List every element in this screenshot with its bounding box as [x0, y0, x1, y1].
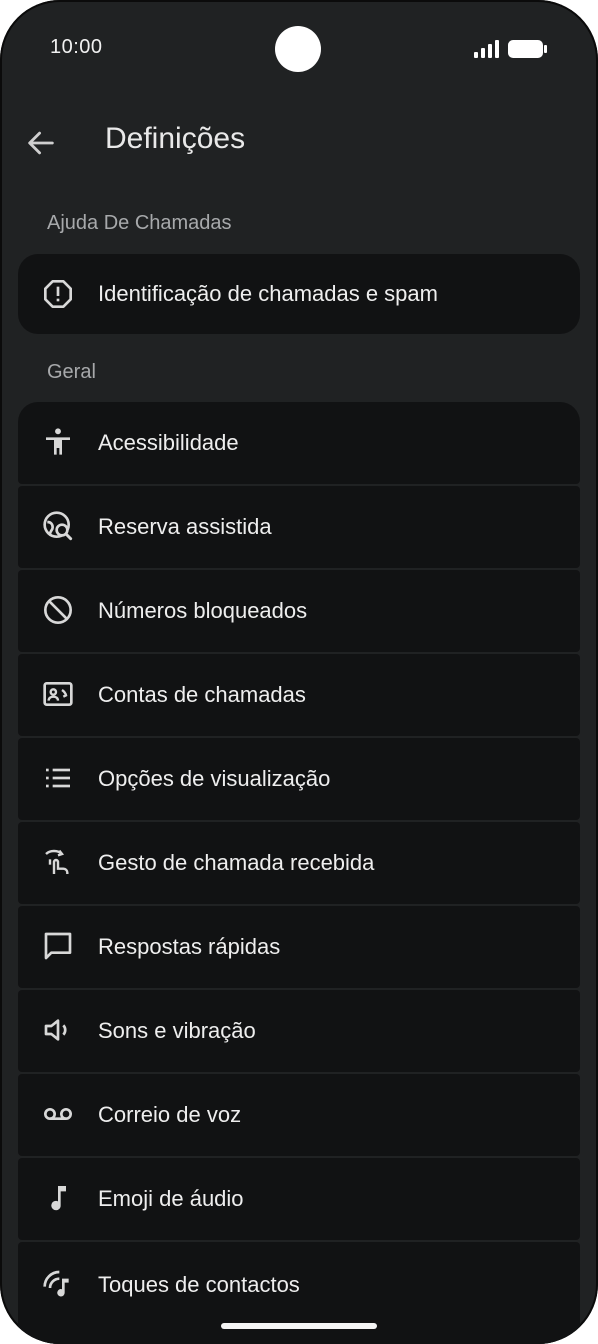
- settings-item-label: Gesto de chamada recebida: [98, 850, 375, 875]
- section-header-general: Geral: [47, 361, 96, 383]
- list-icon: [46, 768, 70, 788]
- app-bar: Definições: [0, 104, 598, 184]
- settings-item-label: Correio de voz: [98, 1102, 242, 1127]
- phone-frame: 10:00 Definições Ajuda De Chamadas Ident…: [0, 0, 598, 1344]
- settings-item-display-options[interactable]: Opções de visualização: [18, 738, 580, 820]
- settings-item-label: Emoji de áudio: [98, 1186, 244, 1211]
- calling-accounts-icon: [43, 682, 73, 706]
- back-arrow-icon[interactable]: [24, 126, 58, 160]
- settings-item-blocked-numbers[interactable]: Números bloqueados: [18, 570, 580, 652]
- contact-ringtone-icon: [43, 1270, 69, 1297]
- settings-item-label: Identificação de chamadas e spam: [98, 281, 438, 306]
- settings-item-sounds-vibration[interactable]: Sons e vibração: [18, 990, 580, 1072]
- page-title: Definições: [105, 122, 246, 155]
- settings-item-calling-accounts[interactable]: Contas de chamadas: [18, 654, 580, 736]
- block-icon: [44, 596, 72, 624]
- settings-item-label: Toques de contactos: [98, 1272, 300, 1297]
- camera-cutout: [275, 26, 321, 72]
- settings-item-assisted-booking[interactable]: Reserva assistida: [18, 486, 580, 568]
- settings-item-quick-responses[interactable]: Respostas rápidas: [18, 906, 580, 988]
- settings-item-label: Opções de visualização: [98, 766, 331, 791]
- settings-item-label: Contas de chamadas: [98, 682, 306, 707]
- settings-item-label: Reserva assistida: [98, 514, 272, 539]
- settings-item-incoming-call-gesture[interactable]: Gesto de chamada recebida: [18, 822, 580, 904]
- settings-item-caller-id-spam[interactable]: Identificação de chamadas e spam: [18, 254, 580, 334]
- spam-alert-icon: [44, 280, 72, 308]
- settings-item-label: Acessibilidade: [98, 430, 239, 455]
- volume-icon: [44, 1019, 67, 1041]
- voicemail-icon: [44, 1108, 72, 1120]
- settings-item-label: Números bloqueados: [98, 598, 308, 623]
- battery-icon: [508, 40, 547, 58]
- accessibility-icon: [46, 428, 70, 455]
- home-indicator[interactable]: [221, 1323, 377, 1329]
- signal-icon: [474, 40, 499, 58]
- assisted-booking-icon: [43, 511, 73, 541]
- settings-item-voicemail[interactable]: Correio de voz: [18, 1074, 580, 1156]
- gesture-icon: [45, 849, 69, 874]
- music-note-icon: [51, 1186, 66, 1211]
- status-time: 10:00: [50, 36, 103, 58]
- chat-icon: [44, 932, 72, 960]
- status-bar: 10:00: [0, 0, 598, 96]
- settings-item-label: Sons e vibração: [98, 1018, 256, 1043]
- settings-item-label: Respostas rápidas: [98, 934, 281, 959]
- settings-item-accessibility[interactable]: Acessibilidade: [18, 402, 580, 484]
- settings-item-audio-emoji[interactable]: Emoji de áudio: [18, 1158, 580, 1240]
- section-header-call-help: Ajuda De Chamadas: [47, 212, 232, 234]
